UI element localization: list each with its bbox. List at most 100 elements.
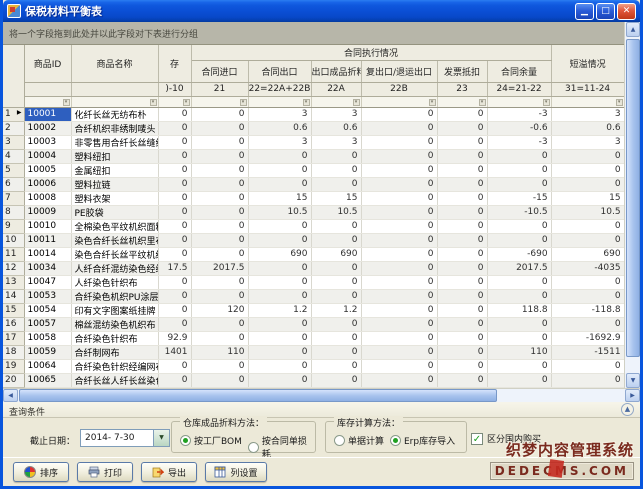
- cell-product-name[interactable]: 塑料纽扣: [71, 149, 158, 163]
- cell-value[interactable]: 690: [551, 247, 624, 261]
- filter-dropdown-icon[interactable]: ▾: [240, 99, 247, 106]
- cell-product-id[interactable]: 10059: [24, 345, 71, 359]
- cell-value[interactable]: 0: [311, 233, 361, 247]
- row-number[interactable]: 14: [3, 289, 24, 303]
- row-number[interactable]: 17: [3, 331, 24, 345]
- row-number[interactable]: 5: [3, 163, 24, 177]
- cell-value[interactable]: 0: [551, 149, 624, 163]
- row-number[interactable]: 13: [3, 275, 24, 289]
- cell-product-name[interactable]: 印有文字图案纸挂牌: [71, 303, 158, 317]
- cell-value[interactable]: 0: [487, 373, 551, 387]
- row-number[interactable]: 20: [3, 373, 24, 387]
- row-number[interactable]: 9: [3, 219, 24, 233]
- cell-value[interactable]: 0: [437, 149, 487, 163]
- cell-value[interactable]: 0: [437, 233, 487, 247]
- cell-value[interactable]: 690: [311, 247, 361, 261]
- cell-value[interactable]: 0: [361, 331, 437, 345]
- cell-value[interactable]: 0: [551, 275, 624, 289]
- cell-value[interactable]: 0: [311, 261, 361, 275]
- export-button[interactable]: 导出: [141, 462, 197, 482]
- cell-value[interactable]: -1692.9: [551, 331, 624, 345]
- cell-value[interactable]: 0: [191, 289, 248, 303]
- cell-value[interactable]: 0: [361, 205, 437, 219]
- cell-value[interactable]: 0: [551, 317, 624, 331]
- cell-value[interactable]: 0: [311, 359, 361, 373]
- cell-value[interactable]: 0: [248, 317, 311, 331]
- cell-value[interactable]: 690: [248, 247, 311, 261]
- cell-value[interactable]: 0: [361, 261, 437, 275]
- cell-product-name[interactable]: 人纤染色针织布: [71, 275, 158, 289]
- cell-product-name[interactable]: 染色合纤长丝平纹机织布: [71, 247, 158, 261]
- cell-value[interactable]: 15: [311, 191, 361, 205]
- col-header-contract-import[interactable]: 合同进口: [191, 60, 248, 82]
- cell-value[interactable]: -1511: [551, 345, 624, 359]
- cell-value[interactable]: 0: [191, 317, 248, 331]
- col-header-reexport[interactable]: 复出口/退运出口: [361, 60, 437, 82]
- cell-value[interactable]: 0: [361, 373, 437, 387]
- cell-value[interactable]: 0: [437, 135, 487, 149]
- cell-value[interactable]: 3: [311, 107, 361, 121]
- cell-product-id[interactable]: 10001: [24, 107, 71, 121]
- cell-value[interactable]: 0: [487, 163, 551, 177]
- cell-value[interactable]: 0: [551, 373, 624, 387]
- cell-product-id[interactable]: 10014: [24, 247, 71, 261]
- cell-value[interactable]: 0.6: [248, 121, 311, 135]
- cell-value[interactable]: 0: [158, 317, 191, 331]
- cell-value[interactable]: 0: [248, 261, 311, 275]
- row-number[interactable]: 16: [3, 317, 24, 331]
- cell-value[interactable]: 0: [248, 275, 311, 289]
- cell-value[interactable]: 17.5: [158, 261, 191, 275]
- cell-value[interactable]: 0: [311, 275, 361, 289]
- row-number[interactable]: 11: [3, 247, 24, 261]
- cell-product-id[interactable]: 10008: [24, 191, 71, 205]
- scroll-down-icon[interactable]: ▼: [626, 373, 640, 388]
- dropdown-arrow-icon[interactable]: ▼: [153, 430, 169, 446]
- filter-cell[interactable]: ▾: [158, 96, 191, 107]
- sort-button[interactable]: 排序: [13, 462, 69, 482]
- filter-dropdown-icon[interactable]: ▾: [543, 99, 550, 106]
- filter-dropdown-icon[interactable]: ▾: [353, 99, 360, 106]
- cell-value[interactable]: 0: [437, 247, 487, 261]
- cell-value[interactable]: 0: [191, 219, 248, 233]
- cell-value[interactable]: 0: [311, 345, 361, 359]
- cell-value[interactable]: 1.2: [248, 303, 311, 317]
- cell-product-name[interactable]: 合纤染色针织经编网布: [71, 359, 158, 373]
- cell-value[interactable]: 0: [487, 275, 551, 289]
- column-settings-button[interactable]: 列设置: [205, 462, 267, 482]
- cell-value[interactable]: -4035: [551, 261, 624, 275]
- cell-value[interactable]: 0: [248, 233, 311, 247]
- col-header-stock[interactable]: 存: [158, 45, 191, 82]
- cell-value[interactable]: 0: [487, 177, 551, 191]
- cell-value[interactable]: 0: [191, 163, 248, 177]
- date-value[interactable]: 2014- 7-30: [81, 430, 153, 446]
- cell-value[interactable]: 0: [158, 233, 191, 247]
- filter-cell[interactable]: ▾: [24, 96, 71, 107]
- cell-value[interactable]: 0: [551, 163, 624, 177]
- cell-value[interactable]: 0: [158, 107, 191, 121]
- cell-value[interactable]: 0: [158, 373, 191, 387]
- cell-product-id[interactable]: 10047: [24, 275, 71, 289]
- cell-value[interactable]: 120: [191, 303, 248, 317]
- cell-value[interactable]: 0: [248, 177, 311, 191]
- cell-value[interactable]: 0: [437, 373, 487, 387]
- col-header-product-name[interactable]: 商品名称: [71, 45, 158, 82]
- cell-value[interactable]: 0: [437, 107, 487, 121]
- cell-product-name[interactable]: 合纤长丝人纤长丝染色机织: [71, 373, 158, 387]
- filter-dropdown-icon[interactable]: ▾: [479, 99, 486, 106]
- cell-value[interactable]: 0: [487, 289, 551, 303]
- scroll-right-icon[interactable]: ▶: [625, 389, 640, 402]
- cell-value[interactable]: 0: [487, 233, 551, 247]
- cell-product-id[interactable]: 10011: [24, 233, 71, 247]
- cell-value[interactable]: 0: [437, 331, 487, 345]
- cell-product-name[interactable]: 塑料拉链: [71, 177, 158, 191]
- cell-product-id[interactable]: 10003: [24, 135, 71, 149]
- cell-value[interactable]: 10.5: [551, 205, 624, 219]
- cell-value[interactable]: 0: [487, 359, 551, 373]
- cell-value[interactable]: 0: [361, 135, 437, 149]
- filter-cell[interactable]: ▾: [248, 96, 311, 107]
- cell-value[interactable]: 3: [551, 135, 624, 149]
- filter-dropdown-icon[interactable]: ▾: [616, 99, 623, 106]
- cell-value[interactable]: 0: [248, 289, 311, 303]
- row-number[interactable]: 3: [3, 135, 24, 149]
- cell-value[interactable]: -118.8: [551, 303, 624, 317]
